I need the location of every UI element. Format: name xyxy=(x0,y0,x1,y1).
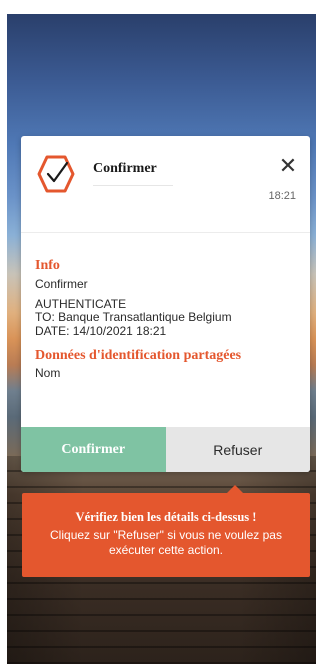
warning-banner: Vérifiez bien les détails ci-dessus ! Cl… xyxy=(22,485,310,577)
dialog-header: Confirmer ✕ 18:21 xyxy=(21,136,310,232)
info-line: Confirmer xyxy=(35,277,88,291)
warning-arrow xyxy=(227,485,243,493)
close-icon[interactable]: ✕ xyxy=(278,155,298,177)
shared-data-item: Nom xyxy=(35,366,61,380)
refuse-button[interactable]: Refuser xyxy=(165,427,310,472)
dialog-title: Confirmer xyxy=(93,161,157,176)
confirmation-dialog: Confirmer ✕ 18:21 Info Confirmer AUTHENT… xyxy=(21,136,310,472)
shared-data-heading: Données d'identification partagées xyxy=(35,348,242,363)
dialog-body: Info Confirmer AUTHENTICATE TO: Banque T… xyxy=(35,258,300,381)
timestamp: 18:21 xyxy=(268,190,296,202)
warning-text: Cliquez sur "Refuser" si vous ne voulez … xyxy=(50,528,282,557)
header-divider xyxy=(21,232,310,233)
info-line: DATE: 14/10/2021 18:21 xyxy=(35,323,167,338)
title-underline xyxy=(93,185,173,186)
info-line: TO: Banque Transatlantique Belgium xyxy=(35,310,232,324)
check-hexagon-icon xyxy=(37,155,75,193)
warning-title: Vérifiez bien les détails ci-dessus ! xyxy=(75,510,257,524)
info-heading: Info xyxy=(35,258,60,273)
info-line: AUTHENTICATE xyxy=(35,296,127,311)
confirm-button[interactable]: Confirmer xyxy=(21,427,166,472)
info-details: Confirmer AUTHENTICATE TO: Banque Transa… xyxy=(35,277,300,338)
